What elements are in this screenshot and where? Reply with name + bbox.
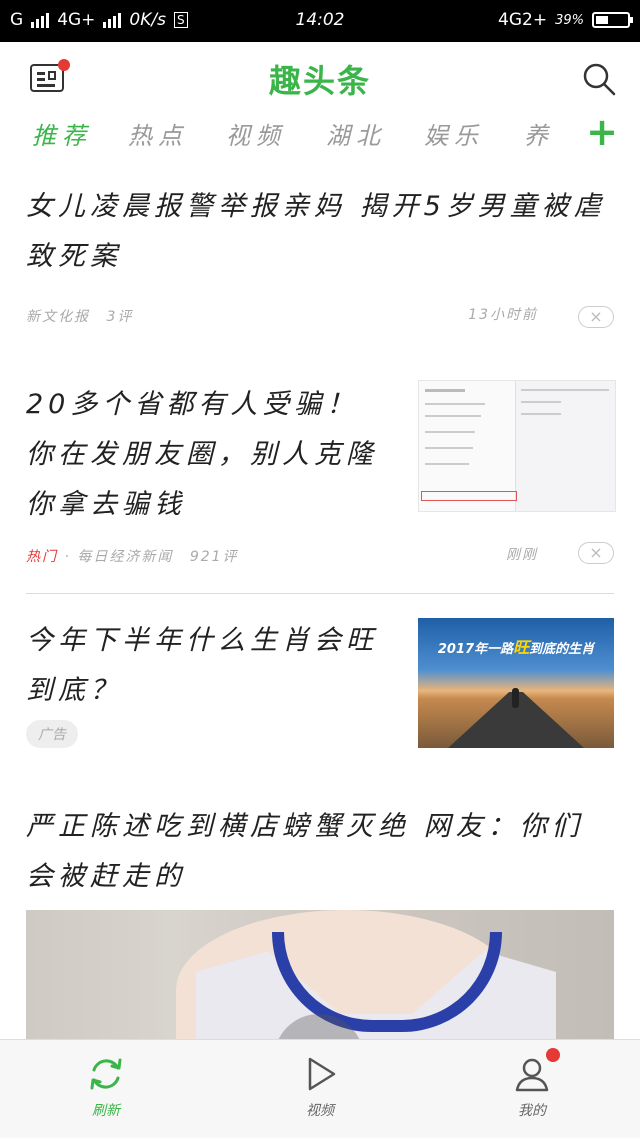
add-tab-button[interactable]: + — [586, 112, 618, 152]
tab-bar-video[interactable]: 视频 — [260, 1054, 380, 1120]
article-time: 刚刚 — [506, 547, 538, 563]
notification-dot — [546, 1048, 560, 1062]
video-thumbnail[interactable] — [26, 910, 614, 1050]
app-title: 趣头条 — [268, 62, 371, 100]
dismiss-button[interactable]: × — [578, 542, 614, 564]
tab-recommend[interactable]: 推荐 — [32, 116, 92, 151]
ad-image: 2017年一路旺到底的生肖 — [418, 618, 614, 748]
refresh-icon — [90, 1058, 122, 1090]
battery-icon — [592, 12, 633, 28]
article-comments: 3评 — [106, 309, 134, 325]
tab-bar-label: 视频 — [306, 1103, 334, 1119]
article-headline[interactable]: 女儿凌晨报警举报亲妈 揭开5岁男童被虐致死案 — [26, 182, 614, 282]
article-headline[interactable]: 严正陈述吃到横店螃蟹灭绝 网友：你们会被赶走的 — [26, 802, 614, 902]
news-item[interactable]: 严正陈述吃到横店螃蟹灭绝 网友：你们会被赶走的 — [26, 802, 614, 1050]
user-icon — [515, 1058, 549, 1092]
article-thumbnail — [418, 380, 616, 512]
status-bar: G 4G+ 0K/s S 14:02 4G2+ 39% — [0, 0, 640, 42]
article-time: 13小时前 — [468, 307, 538, 323]
tab-bar-refresh[interactable]: 刷新 — [46, 1054, 166, 1120]
battery-percent: 39% — [555, 12, 584, 28]
ad-item[interactable]: 今年下半年什么生肖会旺到底？ 广告 2017年一路旺到底的生肖 — [26, 616, 614, 756]
tab-entertainment[interactable]: 娱乐 — [424, 116, 484, 151]
play-icon — [308, 1057, 336, 1091]
app-header: 趣头条 — [0, 42, 640, 112]
search-icon[interactable] — [582, 62, 616, 96]
tab-bar-label: 我的 — [518, 1103, 546, 1119]
ad-image-caption-highlight: 旺 — [513, 638, 530, 657]
tab-hubei[interactable]: 湖北 — [326, 116, 386, 151]
ad-image-caption: 2017年一路 — [437, 642, 514, 657]
tab-more[interactable]: 养 — [524, 116, 554, 151]
network-right-label: 4G2+ — [498, 10, 548, 30]
category-tabs: 推荐 热点 视频 湖北 娱乐 养 + — [0, 112, 640, 156]
tab-hot[interactable]: 热点 — [128, 116, 188, 151]
tab-bar-label: 刷新 — [92, 1103, 120, 1119]
article-headline[interactable]: 今年下半年什么生肖会旺到底？ — [26, 616, 386, 716]
news-item[interactable]: 20多个省都有人受骗！你在发朋友圈，别人克隆你拿去骗钱 热门 · 每日经济新闻 … — [26, 380, 616, 580]
dismiss-button[interactable]: × — [578, 306, 614, 328]
bottom-tab-bar: 刷新 视频 我的 — [0, 1039, 640, 1138]
divider — [26, 593, 614, 594]
tab-video[interactable]: 视频 — [226, 116, 286, 151]
hot-badge: 热门 — [26, 549, 58, 565]
article-comments: 921评 — [189, 549, 239, 565]
tab-bar-me[interactable]: 我的 — [472, 1054, 592, 1120]
ad-image-caption-end: 到底的生肖 — [529, 642, 595, 657]
article-source: · 每日经济新闻 — [64, 549, 174, 565]
article-source: 新文化报 — [26, 309, 90, 325]
ad-badge: 广告 — [26, 720, 78, 748]
news-item[interactable]: 女儿凌晨报警举报亲妈 揭开5岁男童被虐致死案 新文化报 3评 13小时前 × — [26, 182, 614, 332]
article-headline[interactable]: 20多个省都有人受骗！你在发朋友圈，别人克隆你拿去骗钱 — [26, 380, 386, 530]
